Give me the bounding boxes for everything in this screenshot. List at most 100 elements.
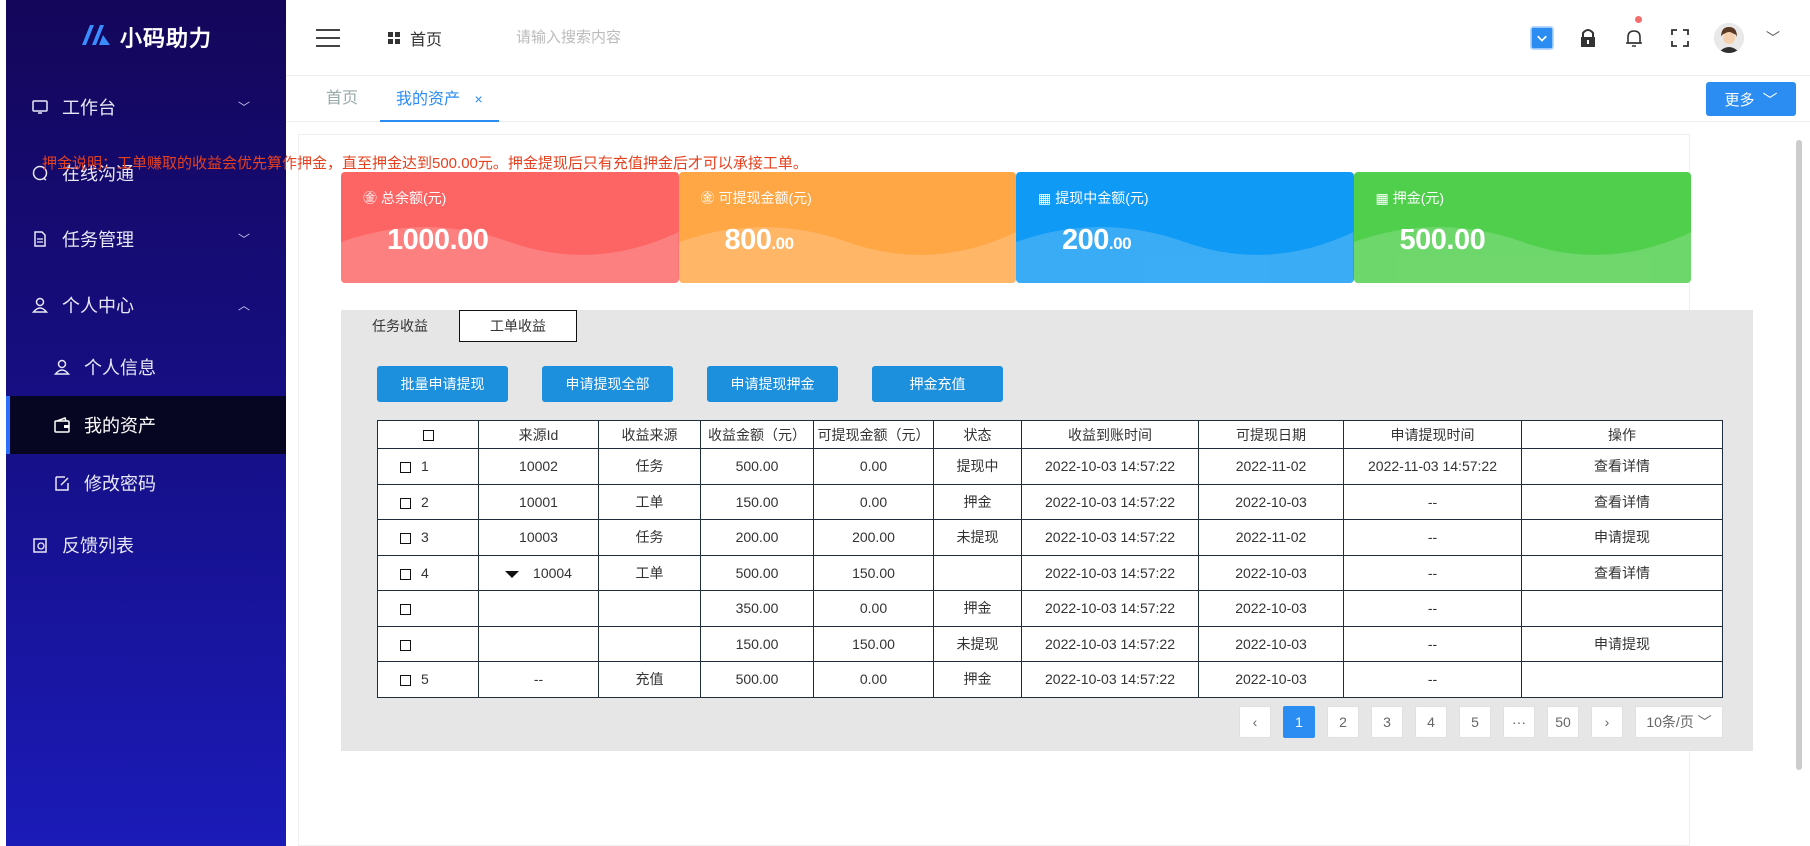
next-page-button[interactable]: ›: [1591, 706, 1623, 738]
table-row: 1 10002 任务 500.00 0.00 提现中 2022-10-03 14…: [377, 448, 1723, 485]
cell-operation: [1521, 661, 1723, 698]
grid-icon: [388, 31, 400, 44]
bell-icon[interactable]: [1622, 16, 1646, 50]
asset-cards: ㊎总余额(元) 1000.00 ㊎可提现金额(元) 800.00 ▦ 提现中金额(…: [341, 172, 1691, 283]
monitor-icon: [30, 97, 50, 117]
row-checkbox[interactable]: [377, 590, 479, 627]
tab-task-earnings[interactable]: 任务收益: [341, 310, 459, 342]
cell-source: 充值: [598, 661, 701, 698]
select-toggle-icon[interactable]: [1530, 26, 1554, 50]
action-buttons: 批量申请提现 申请提现全部 申请提现押金 押金充值: [377, 366, 1003, 402]
cell-time: 2022-10-03 14:57:22: [1021, 625, 1199, 662]
more-button[interactable]: 更多 ﹀: [1706, 82, 1796, 116]
lock-icon[interactable]: [1576, 26, 1600, 50]
more-pages-button[interactable]: ···: [1503, 706, 1535, 738]
select-all-checkbox[interactable]: [377, 420, 479, 449]
apply-withdraw-link[interactable]: 申请提现: [1521, 519, 1723, 556]
scrollbar[interactable]: [1796, 140, 1802, 770]
card-withdrawable: ㊎可提现金额(元) 800.00: [678, 172, 1016, 283]
column-header: 申请提现时间: [1343, 420, 1522, 449]
menu-toggle-icon[interactable]: [316, 28, 340, 47]
sidebar-item-label: 我的资产: [84, 416, 156, 436]
logo[interactable]: 小码助力: [6, 0, 286, 74]
view-details-link[interactable]: 查看详情: [1521, 554, 1723, 591]
card-title: ▦ 押金(元): [1375, 189, 1445, 207]
cell-source: [598, 625, 701, 662]
edit-icon: [52, 473, 72, 493]
cell-date: 2022-10-03: [1198, 625, 1344, 662]
cell-source-id: 10004: [478, 554, 599, 591]
tab-my-assets[interactable]: 我的资产 ×: [380, 76, 499, 122]
cell-apply-time: --: [1343, 590, 1522, 627]
page-button[interactable]: 3: [1371, 706, 1403, 738]
prev-page-button[interactable]: ‹: [1239, 706, 1271, 738]
row-checkbox[interactable]: [377, 625, 479, 662]
sidebar-item-personal-info[interactable]: 个人信息: [6, 338, 286, 396]
row-checkbox[interactable]: 4: [377, 554, 479, 591]
page-button[interactable]: 4: [1415, 706, 1447, 738]
table-header-row: 来源Id 收益来源 收益金额（元） 可提现金额（元） 状态 收益到账时间 可提现…: [377, 420, 1723, 449]
cell-amount: 500.00: [700, 554, 814, 591]
sidebar-item-label: 个人中心: [62, 296, 134, 316]
column-header: 来源Id: [478, 420, 599, 449]
sidebar-item-workbench[interactable]: 工作台 ﹀: [6, 74, 286, 140]
more-label: 更多: [1724, 91, 1755, 109]
sidebar-item-feedback-list[interactable]: 反馈列表: [6, 512, 286, 578]
cell-status: 押金: [933, 483, 1022, 520]
view-details-link[interactable]: 查看详情: [1521, 448, 1723, 485]
cell-date: 2022-10-03: [1198, 590, 1344, 627]
card-title: ㊎总余额(元): [363, 190, 447, 206]
cell-source-id: --: [478, 661, 599, 698]
close-icon[interactable]: ×: [474, 91, 482, 107]
pagination: ‹ 1 2 3 4 5 ··· 50 › 10条/页 ﹀: [1239, 706, 1723, 738]
fullscreen-icon[interactable]: [1668, 26, 1692, 50]
row-checkbox[interactable]: 5: [377, 661, 479, 698]
header-home-link[interactable]: 首页: [388, 26, 442, 50]
table-row: 350.00 0.00 押金 2022-10-03 14:57:22 2022-…: [377, 590, 1723, 627]
chevron-down-icon: ﹀: [237, 100, 250, 115]
sidebar-item-change-password[interactable]: 修改密码: [6, 454, 286, 512]
search-input[interactable]: [516, 29, 777, 46]
sidebar-item-task-management[interactable]: 任务管理 ﹀: [6, 206, 286, 272]
sidebar-item-personal-center[interactable]: 个人中心 ︿: [6, 272, 286, 338]
expand-triangle-icon[interactable]: [505, 570, 520, 578]
page-button[interactable]: 1: [1283, 706, 1315, 738]
cell-withdrawable: 0.00: [813, 483, 934, 520]
cell-date: 2022-11-02: [1198, 448, 1344, 485]
sidebar-item-my-assets[interactable]: 我的资产: [6, 396, 286, 454]
table-row: 2 10001 工单 150.00 0.00 押金 2022-10-03 14:…: [377, 483, 1723, 520]
page-button[interactable]: 50: [1547, 706, 1579, 738]
sidebar-item-online-chat[interactable]: 在线沟通: [6, 140, 286, 206]
cell-withdrawable: 150.00: [813, 625, 934, 662]
sidebar-item-label: 工作台: [62, 98, 116, 118]
cell-source-id: 10001: [478, 483, 599, 520]
logo-text: 小码助力: [119, 26, 212, 51]
withdraw-deposit-button[interactable]: 申请提现押金: [707, 366, 838, 402]
cell-time: 2022-10-03 14:57:22: [1021, 448, 1199, 485]
deposit-recharge-button[interactable]: 押金充值: [872, 366, 1003, 402]
cell-apply-time: 2022-11-03 14:57:22: [1343, 448, 1522, 485]
notification-dot: [1635, 16, 1642, 23]
withdraw-all-button[interactable]: 申请提现全部: [542, 366, 673, 402]
column-header: 收益金额（元）: [700, 420, 814, 449]
chevron-down-icon[interactable]: ﹀: [1766, 28, 1780, 48]
view-details-link[interactable]: 查看详情: [1521, 483, 1723, 520]
column-header: 收益到账时间: [1021, 420, 1199, 449]
page-button[interactable]: 2: [1327, 706, 1359, 738]
calculator-icon: ▦: [1375, 189, 1389, 206]
avatar[interactable]: [1714, 23, 1744, 53]
cell-source: 任务: [598, 519, 701, 556]
cell-status: 押金: [933, 590, 1022, 627]
row-checkbox[interactable]: 1: [377, 448, 479, 485]
feedback-icon: [30, 535, 50, 555]
tab-home[interactable]: 首页: [326, 76, 358, 122]
apply-withdraw-link[interactable]: 申请提现: [1521, 625, 1723, 662]
batch-withdraw-button[interactable]: 批量申请提现: [377, 366, 508, 402]
header-home-label: 首页: [410, 31, 443, 49]
cell-source-id: [478, 590, 599, 627]
page-size-select[interactable]: 10条/页 ﹀: [1635, 706, 1723, 738]
page-button[interactable]: 5: [1459, 706, 1491, 738]
tab-order-earnings[interactable]: 工单收益: [459, 310, 577, 342]
row-checkbox[interactable]: 2: [377, 483, 479, 520]
row-checkbox[interactable]: 3: [377, 519, 479, 556]
